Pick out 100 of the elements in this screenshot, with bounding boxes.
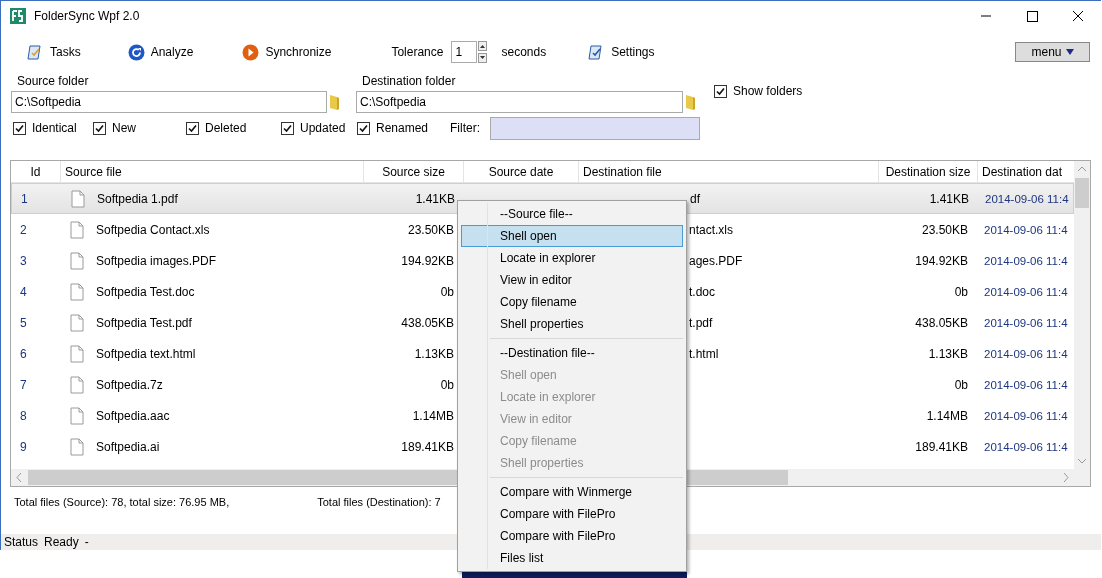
checkbox[interactable]: [13, 121, 26, 135]
caret-icon: [1065, 48, 1074, 56]
table-cell[interactable]: 8: [11, 408, 61, 423]
menu-item[interactable]: Copy filename: [461, 291, 683, 313]
column-header[interactable]: Source date: [464, 161, 579, 182]
checkbox[interactable]: [357, 121, 370, 135]
file-icon: [70, 344, 84, 363]
table-cell[interactable]: 9: [11, 439, 61, 454]
checkbox[interactable]: [281, 121, 294, 135]
table-cell: Softpedia 1.pdf: [97, 191, 178, 206]
menu-header: --Destination file--: [499, 345, 596, 362]
menu-item[interactable]: Compare with FilePro: [461, 503, 683, 525]
table-cell[interactable]: 7: [11, 377, 61, 392]
tolerance-unit: seconds: [501, 45, 547, 59]
menu-item[interactable]: Compare with Winmerge: [461, 481, 683, 503]
analyze-button[interactable]: Analyze: [125, 43, 196, 61]
table-cell-text: 2014-09-06 11:4: [983, 378, 1069, 391]
menu-button[interactable]: menu: [1015, 42, 1090, 62]
checklist-icon: [27, 43, 44, 61]
file-icon: [71, 189, 85, 208]
table-cell-text: 189.41KB: [400, 439, 455, 454]
table-cell: Softpedia images.PDF: [96, 253, 217, 268]
folder-icon[interactable]: [329, 93, 340, 111]
file-icon: [70, 437, 84, 456]
menu-item[interactable]: Locate in explorer: [461, 247, 683, 269]
table-cell-text: 438.05KB: [914, 315, 969, 330]
table-cell: Softpedia.ai: [96, 439, 160, 454]
table-cell: t.pdf: [689, 315, 713, 330]
table-cell-text: 1.13KB: [927, 346, 969, 361]
table-cell: Softpedia Contact.xls: [96, 222, 210, 237]
table-cell[interactable]: 4: [11, 284, 61, 299]
folder-icon[interactable]: [685, 93, 696, 111]
file-icon: [70, 375, 84, 394]
spin-down-icon[interactable]: [478, 53, 488, 63]
table-cell-text: 0b: [953, 284, 969, 299]
column-header[interactable]: Destination size: [879, 161, 978, 182]
table-cell-text: 2014-09-06 11:4: [983, 285, 1069, 298]
synchronize-button[interactable]: Synchronize: [240, 43, 334, 61]
vertical-scrollbar[interactable]: [1074, 161, 1090, 469]
play-icon: [242, 43, 260, 61]
table-cell-text: 1.41KB: [928, 191, 970, 206]
table-cell: Softpedia.aac: [96, 408, 170, 423]
file-icon: [70, 251, 84, 270]
table-cell-text: 1.14MB: [411, 408, 455, 423]
source-summary: Total files (Source): 78, total size: 76.95 MB,: [14, 496, 230, 508]
table-cell: Softpedia Test.doc: [96, 284, 195, 299]
status-extra: -: [84, 535, 89, 549]
filter-option-label: Updated: [300, 121, 346, 135]
table-cell: Softpedia.7z: [96, 377, 163, 392]
tasks-button[interactable]: Tasks: [25, 43, 83, 61]
table-cell: df: [690, 191, 700, 206]
tolerance-label: Tolerance: [391, 45, 444, 59]
table-cell-text: 2014-09-06 11:4: [983, 440, 1069, 453]
table-cell[interactable]: 6: [11, 346, 61, 361]
table-cell-text: 23.50KB: [406, 222, 455, 237]
table-cell[interactable]: 3: [11, 253, 61, 268]
table-cell[interactable]: 5: [11, 315, 61, 330]
menu-item[interactable]: Shell open: [461, 225, 683, 247]
table-cell: Softpedia Test.pdf: [96, 315, 192, 330]
filter-field[interactable]: [490, 116, 700, 140]
table-cell: ages.PDF: [689, 253, 743, 268]
table-cell-text: 438.05KB: [400, 315, 455, 330]
menu-item[interactable]: View in editor: [461, 269, 683, 291]
table-cell-text: 1.13KB: [413, 346, 455, 361]
table-cell-text: 194.92KB: [400, 253, 455, 268]
column-header[interactable]: Source size: [364, 161, 464, 182]
window-title: FolderSync Wpf 2.0: [34, 9, 140, 23]
spin-up-icon[interactable]: [478, 41, 488, 51]
checkbox[interactable]: [93, 121, 106, 135]
table-cell-text: 23.50KB: [920, 222, 969, 237]
table-cell-text: 0b: [439, 377, 455, 392]
table-cell-text: 0b: [953, 377, 969, 392]
menu-item[interactable]: Files list: [461, 547, 683, 569]
filter-option-label: New: [112, 121, 136, 135]
source-folder-label: Source folder: [16, 73, 90, 90]
table-cell-text: 2014-09-06 11:4: [984, 192, 1070, 205]
table-cell-text: 2014-09-06 11:4: [983, 409, 1069, 422]
menu-item[interactable]: Shell properties: [461, 313, 683, 335]
file-icon: [70, 220, 84, 239]
scrollbar-thumb[interactable]: [1075, 178, 1089, 208]
status-label: Status: [4, 535, 39, 549]
destination-folder-field[interactable]: C:\Softpedia: [356, 91, 683, 113]
table-cell[interactable]: 2: [11, 222, 61, 237]
file-icon: [70, 313, 84, 332]
column-header[interactable]: Source file: [61, 161, 364, 182]
filter-option-label: Deleted: [205, 121, 247, 135]
source-folder-field[interactable]: C:\Softpedia: [11, 91, 327, 113]
checkbox[interactable]: [186, 121, 199, 135]
app-icon: [10, 8, 26, 24]
table-cell: Softpedia text.html: [96, 346, 196, 361]
table-cell[interactable]: 1: [12, 191, 62, 206]
filter-option-label: Identical: [32, 121, 77, 135]
checkbox[interactable]: [714, 84, 727, 98]
settings-button[interactable]: Settings: [586, 43, 657, 61]
table-cell-text: 2014-09-06 11:4: [983, 347, 1069, 360]
menu-item[interactable]: Compare with FilePro: [461, 525, 683, 547]
column-header[interactable]: Destination file: [579, 161, 879, 182]
tolerance-field[interactable]: 1: [451, 41, 478, 63]
column-header[interactable]: Id: [11, 161, 61, 182]
filter-label: Filter:: [450, 121, 480, 135]
